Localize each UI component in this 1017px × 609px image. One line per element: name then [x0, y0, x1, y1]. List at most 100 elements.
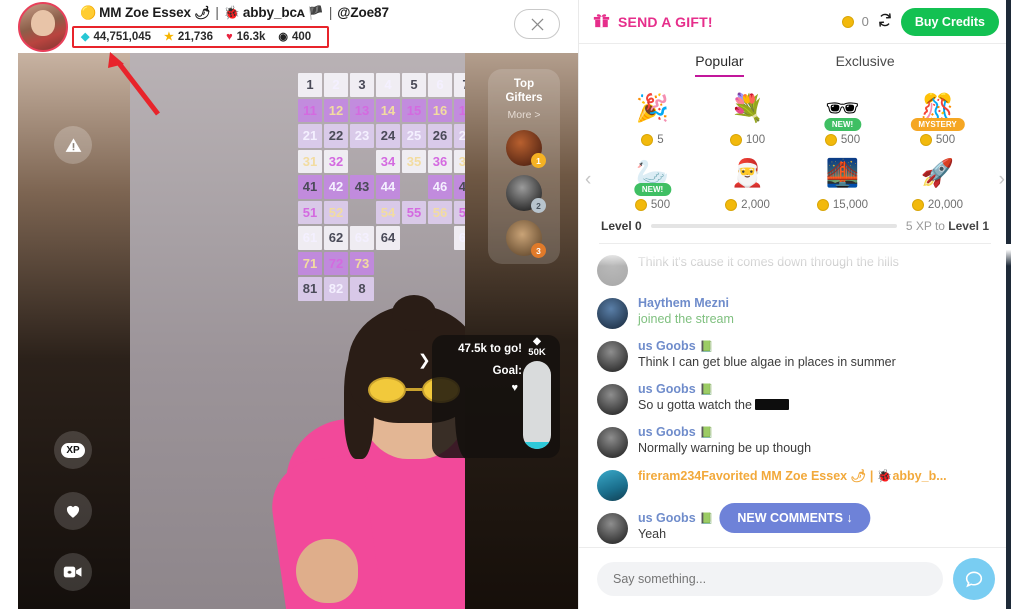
bingo-cell: 46 — [428, 175, 452, 199]
rail-top-group — [54, 126, 92, 187]
bingo-cell: 67 — [454, 226, 465, 250]
bingo-cell: 34 — [376, 149, 400, 173]
rocket-gift-glyph: 🚀 — [920, 158, 955, 188]
bingo-cell: 7 — [454, 73, 465, 97]
chat-top-fade — [579, 244, 1011, 266]
new-comments-button[interactable]: NEW COMMENTS ↓ — [719, 503, 871, 533]
roses-gift[interactable]: 💐 100 — [700, 83, 795, 146]
mystery-gift-badge: MYSTERY — [910, 118, 965, 131]
coin-icon — [841, 15, 854, 28]
avatar[interactable] — [597, 513, 628, 544]
chat-username[interactable]: us Goobs 📗 — [638, 425, 811, 439]
eye-icon: ◉ — [278, 30, 289, 43]
chat-message: fireram234Favorited MM Zoe Essex 🌶 | 🐞ab… — [579, 463, 1011, 506]
bingo-cell: 36 — [428, 149, 452, 173]
heart-icon[interactable] — [54, 492, 92, 530]
chat-message: us Goobs 📗 So u gotta watch the — [579, 377, 1011, 420]
video-player[interactable]: 1234567891011121314151617181920212223242… — [18, 53, 578, 609]
party-hat-gift-price-value: 5 — [657, 134, 664, 146]
gifter-rank-2-badge: 2 — [531, 198, 546, 213]
goal-expand-chevron-icon[interactable]: ❯ — [418, 351, 431, 369]
carousel-next-icon[interactable]: › — [999, 169, 1005, 191]
bridge-gift[interactable]: 🌉 15,000 — [795, 148, 890, 211]
stat-diamonds: ◆ 44,751,045 — [81, 31, 151, 43]
gifter-rank-3[interactable]: 3 — [506, 220, 546, 258]
chat-username[interactable]: us Goobs 📗 — [638, 382, 789, 396]
bingo-cell: 21 — [298, 124, 322, 148]
bingo-cell: 22 — [324, 124, 348, 148]
bingo-cell — [402, 175, 426, 199]
bingo-cell: 27 — [454, 124, 465, 148]
goal-label: Goal: — [492, 365, 522, 377]
chat-favorite-text: fireram234Favorited MM Zoe Essex 🌶 | 🐞ab… — [638, 469, 947, 483]
avatar[interactable] — [597, 298, 628, 329]
refresh-icon[interactable] — [877, 12, 893, 32]
coin-icon — [911, 199, 924, 211]
gifter-rank-1[interactable]: 1 — [506, 130, 546, 168]
chat-list[interactable]: Think it's cause it comes down through t… — [579, 244, 1011, 547]
chat-input[interactable] — [597, 561, 943, 596]
bridge-gift-price: 15,000 — [816, 199, 869, 211]
stat-viewers: ◉ 400 — [278, 31, 311, 43]
chat-username[interactable]: us Goobs 📗 — [638, 339, 896, 353]
tab-popular[interactable]: Popular — [695, 53, 744, 77]
stream-goal-panel[interactable]: ❯ 47.5k to go! Goal: ♥ ◆ 50K — [418, 335, 560, 458]
bingo-cell: 55 — [402, 200, 426, 224]
avatar[interactable] — [597, 427, 628, 458]
roses-gift-price-value: 100 — [745, 134, 766, 146]
live-stream-app: 1234567891011121314151617181920212223242… — [0, 0, 1017, 609]
sunglasses-gift[interactable]: 🕶 NEW! 500 — [795, 83, 890, 146]
bingo-cell: 26 — [428, 124, 452, 148]
comment-icon[interactable] — [953, 557, 995, 600]
gifter-rank-2[interactable]: 2 — [506, 175, 546, 213]
bingo-cell: 64 — [376, 226, 400, 250]
bingo-cell: 63 — [350, 226, 374, 250]
chat-message-text: Normally warning be up though — [638, 441, 812, 455]
roses-gift-art: 💐 — [725, 87, 771, 129]
rocket-gift[interactable]: 🚀 20,000 — [890, 148, 985, 211]
window-edge — [1006, 0, 1011, 609]
top-gifters-more-link[interactable]: More > — [508, 109, 541, 121]
chat-composer — [579, 547, 1011, 609]
user-badge-icon: 📗 — [699, 340, 714, 353]
roses-gift-glyph: 💐 — [730, 93, 765, 123]
goal-progress-tube — [523, 361, 551, 449]
avatar[interactable] — [597, 341, 628, 372]
party-hat-gift[interactable]: 🎉 5 — [605, 83, 700, 146]
sunglasses-gift-price-value: 500 — [840, 134, 861, 146]
avatar[interactable] — [597, 384, 628, 415]
close-button[interactable] — [514, 9, 560, 39]
stat-stars: ★ 21,736 — [164, 31, 213, 43]
chat-username[interactable]: us Goobs 📗 — [638, 511, 713, 525]
mystery-gift[interactable]: 🎊 MYSTERY 500 — [890, 83, 985, 146]
streamer-username: abby_bcᴀ — [242, 5, 305, 20]
buy-credits-button[interactable]: Buy Credits — [900, 7, 999, 36]
goal-heart-icon: ♥ — [511, 382, 518, 394]
bingo-cell — [350, 150, 374, 174]
bingo-cell: 24 — [376, 124, 400, 148]
top-gifters-panel[interactable]: Top Gifters More > 1 2 3 — [488, 69, 560, 264]
bingo-cell: 2 — [324, 73, 348, 97]
bingo-cell: 41 — [298, 175, 322, 199]
tab-exclusive[interactable]: Exclusive — [836, 53, 895, 77]
bridge-gift-price-value: 15,000 — [832, 199, 869, 211]
bingo-cell: 71 — [298, 251, 322, 275]
chat-username[interactable]: Haythem Mezni — [638, 296, 734, 310]
stat-stars-value: 21,736 — [177, 31, 214, 43]
chat-message-body: us Goobs 📗 Think I can get blue algae in p… — [638, 339, 896, 370]
add-video-icon[interactable] — [54, 553, 92, 591]
avatar[interactable] — [597, 470, 628, 501]
xp-icon[interactable]: XP — [54, 431, 92, 469]
bingo-cell: 54 — [376, 200, 400, 224]
goose-gift[interactable]: 🦢 NEW! 500 — [605, 148, 700, 211]
santa-gift[interactable]: 🎅 2,000 — [700, 148, 795, 211]
coin-icon — [824, 134, 837, 146]
carousel-prev-icon[interactable]: ‹ — [585, 169, 591, 191]
santa-gift-price-value: 2,000 — [741, 199, 770, 211]
avatar[interactable] — [18, 2, 68, 52]
level-progress-row: Level 0 5 XP to Level 1 — [579, 211, 1011, 243]
sunglasses-gift-art: 🕶 NEW! — [820, 87, 866, 131]
santa-gift-price: 2,000 — [725, 199, 770, 211]
warning-icon[interactable] — [54, 126, 92, 164]
bingo-cell: 1 — [298, 73, 322, 97]
